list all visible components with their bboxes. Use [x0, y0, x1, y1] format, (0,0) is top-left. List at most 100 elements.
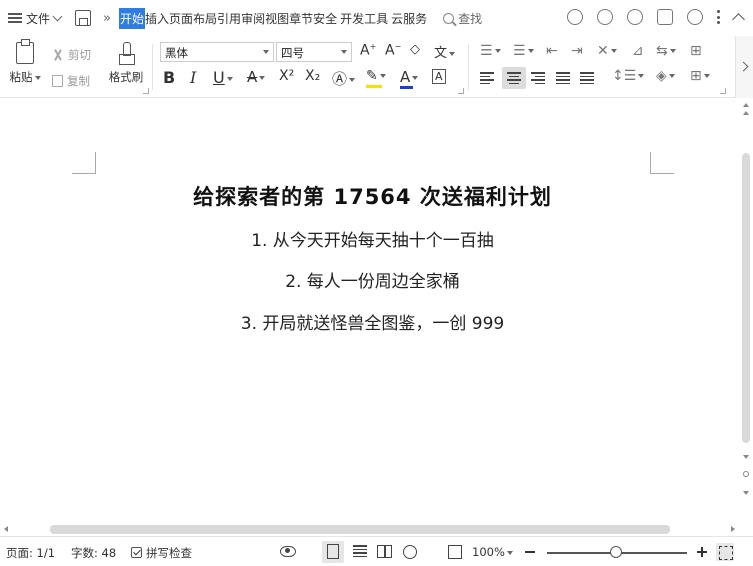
align-right-icon[interactable]	[531, 72, 545, 84]
tab-home[interactable]: 开始	[118, 7, 145, 29]
highlight-button[interactable]: ✎	[366, 68, 386, 88]
ribbon-scroll-right-button[interactable]	[735, 36, 753, 98]
fullscreen-icon[interactable]	[716, 543, 734, 561]
font-name-select[interactable]: 黑体	[160, 42, 274, 62]
align-left-icon[interactable]	[480, 72, 494, 84]
tab-insert[interactable]: 插入	[145, 8, 169, 29]
document-title[interactable]: 给探索者的第 17564 次送福利计划	[0, 181, 745, 211]
tab-page[interactable]: 页面	[169, 8, 193, 29]
shading-button[interactable]: ◈	[656, 68, 675, 84]
tab-view[interactable]: 视图	[265, 8, 289, 29]
character-border-button[interactable]: A	[432, 69, 446, 84]
scroll-right-icon[interactable]	[731, 526, 735, 532]
word-count[interactable]: 字数: 48	[71, 545, 116, 561]
scroll-thumb[interactable]	[50, 525, 670, 534]
reading-view-icon[interactable]	[377, 545, 392, 558]
superscript-button[interactable]: X²	[279, 68, 294, 84]
zoom-out-icon[interactable]	[525, 551, 535, 553]
underline-button[interactable]: U	[213, 68, 233, 87]
distribute-icon[interactable]	[580, 72, 594, 84]
cut-button[interactable]: 剪切	[52, 42, 91, 68]
scroll-up-icon[interactable]	[743, 111, 749, 115]
clipboard-group-launcher[interactable]	[143, 88, 149, 94]
eye-protection-icon[interactable]	[280, 546, 296, 557]
more-options-icon[interactable]	[717, 10, 720, 24]
copy-button[interactable]: 复制	[52, 68, 91, 94]
format-painter-button[interactable]: 格式刷	[106, 42, 146, 85]
grow-font-icon[interactable]: A+	[360, 42, 376, 59]
horizontal-scrollbar[interactable]	[0, 523, 753, 536]
text-direction-button[interactable]: ⊿	[632, 43, 644, 59]
search-box[interactable]: 查找	[443, 10, 482, 27]
borders-button[interactable]: ⊞	[690, 68, 710, 84]
web-view-icon[interactable]	[403, 545, 417, 559]
tab-cloud[interactable]: 云服务	[391, 8, 427, 29]
phonetic-guide-icon[interactable]: 文	[434, 42, 456, 61]
scroll-thumb[interactable]	[742, 153, 750, 443]
justify-icon[interactable]	[556, 72, 570, 84]
select-browse-object-icon[interactable]	[743, 471, 749, 477]
bold-button[interactable]: B	[163, 68, 175, 87]
save-icon[interactable]	[75, 10, 92, 26]
file-menu[interactable]: 文件	[8, 10, 63, 27]
tab-sections[interactable]: 章节	[289, 8, 313, 29]
chinese-layout-button[interactable]: ✕	[597, 43, 617, 59]
scroll-down-icon[interactable]	[743, 491, 749, 495]
cut-label: 剪切	[68, 48, 91, 62]
zoom-level[interactable]: 100%	[472, 545, 513, 559]
caret-down-icon	[263, 50, 269, 54]
zoom-slider-handle[interactable]	[610, 546, 622, 558]
paste-button[interactable]: 粘贴	[8, 39, 42, 85]
tab-developer[interactable]: 开发工具	[340, 8, 388, 29]
divider	[468, 44, 469, 90]
font-size-value: 四号	[281, 46, 304, 60]
tab-review[interactable]: 审阅	[241, 8, 265, 29]
document-line-2[interactable]: 2. 每人一份周边全家桶	[0, 267, 745, 292]
document-line-1[interactable]: 1. 从今天开始每天抽十个一百抽	[0, 226, 745, 251]
comment-icon[interactable]	[627, 9, 643, 25]
document-line-3[interactable]: 3. 开局就送怪兽全图鉴，一创 999	[0, 309, 745, 334]
clear-format-icon[interactable]: ◇	[410, 42, 420, 57]
caret-down-icon	[341, 50, 347, 54]
decrease-indent-button[interactable]: ⇤	[546, 43, 558, 59]
numbered-list-button[interactable]: ☰	[513, 43, 534, 59]
share-icon[interactable]	[657, 9, 673, 25]
strikethrough-button[interactable]: A	[247, 68, 266, 86]
spellcheck-toggle[interactable]: 拼写检查	[131, 545, 192, 561]
tab-references[interactable]: 引用	[217, 8, 241, 29]
scroll-left-icon[interactable]	[4, 526, 8, 532]
highlighter-icon: ✎	[366, 68, 378, 84]
vertical-scrollbar[interactable]	[739, 99, 753, 523]
page-indicator[interactable]: 页面: 1/1	[6, 545, 55, 561]
outline-view-icon[interactable]	[352, 543, 368, 559]
page-view-button[interactable]	[322, 541, 344, 563]
font-size-select[interactable]: 四号	[276, 42, 352, 62]
document-area[interactable]: 给探索者的第 17564 次送福利计划 1. 从今天开始每天抽十个一百抽 2. …	[0, 99, 753, 536]
wps-writer-window: 文件 » 开始 插入 页面 布局 引用 审阅 视图 章节 安全 开发工具 云服务…	[0, 0, 753, 566]
line-spacing-button[interactable]: ↕☰	[612, 68, 645, 84]
sort-button[interactable]: ⇆	[656, 43, 676, 59]
scroll-down-icon[interactable]	[743, 455, 749, 459]
user-icon[interactable]	[597, 9, 613, 25]
text-effect-button[interactable]: Ⓐ	[332, 68, 356, 89]
tab-layout[interactable]: 布局	[193, 8, 217, 29]
increase-indent-button[interactable]: ⇥	[571, 43, 583, 59]
settings-icon[interactable]	[687, 9, 703, 25]
font-color-swatch	[400, 86, 413, 89]
collapse-ribbon-icon[interactable]	[732, 12, 745, 26]
more-tabs-icon[interactable]: »	[103, 11, 111, 26]
fit-page-icon[interactable]	[448, 545, 462, 559]
zoom-in-icon[interactable]	[697, 547, 707, 557]
font-color-button[interactable]: A	[400, 68, 419, 89]
shrink-font-icon[interactable]: A−	[385, 42, 401, 59]
show-marks-button[interactable]: ⊞	[690, 43, 702, 59]
align-center-button[interactable]	[502, 67, 526, 89]
paragraph-group-launcher[interactable]	[720, 88, 726, 94]
scroll-up-icon[interactable]	[743, 103, 749, 107]
font-group-launcher[interactable]	[458, 88, 464, 94]
tab-security[interactable]: 安全	[313, 8, 337, 29]
subscript-button[interactable]: X₂	[305, 68, 320, 84]
cloud-sync-icon[interactable]	[567, 9, 583, 25]
italic-button[interactable]: I	[190, 68, 196, 87]
bullet-list-button[interactable]: ☰	[480, 43, 501, 59]
